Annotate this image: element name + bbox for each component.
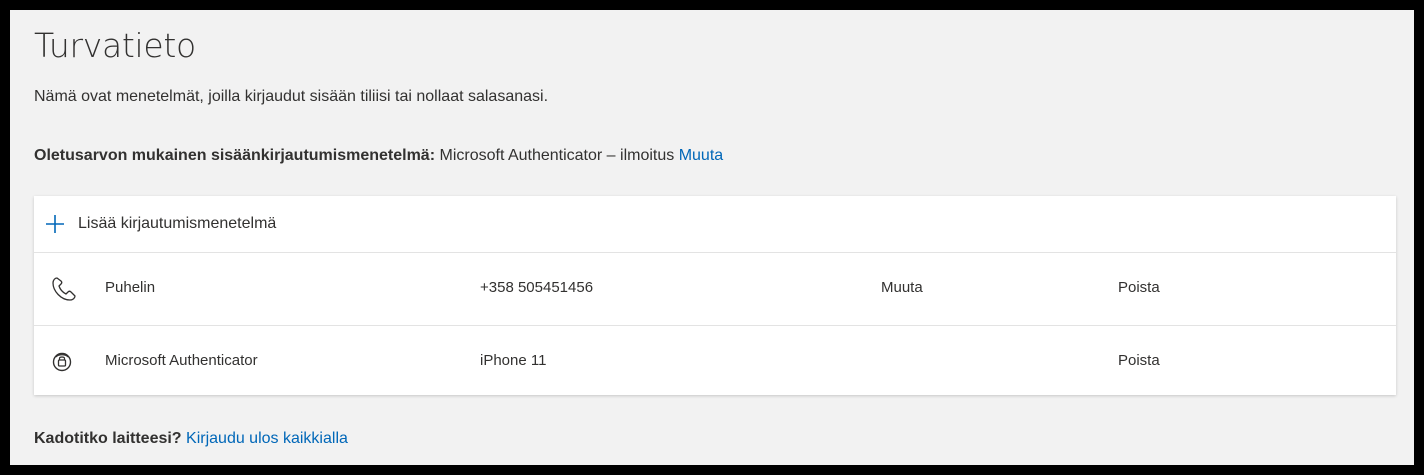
page-subtitle: Nämä ovat menetelmät, joilla kirjaudut s… <box>34 88 549 105</box>
default-method-value: Microsoft Authenticator – ilmoitus <box>439 147 675 164</box>
method-detail: iPhone 11 <box>480 352 547 369</box>
method-detail: +358 505451456 <box>480 279 594 296</box>
method-row-phone: Puhelin +358 505451456 Muuta Poista <box>34 253 1396 326</box>
sign-out-everywhere-link[interactable]: Kirjaudu ulos kaikkialla <box>186 430 348 447</box>
page-title: Turvatieto <box>34 26 196 65</box>
change-phone-link[interactable]: Muuta <box>881 279 923 296</box>
add-method-label: Lisää kirjautumismenetelmä <box>78 215 277 232</box>
method-name: Puhelin <box>105 279 156 296</box>
phone-icon <box>50 275 76 303</box>
methods-card: Lisää kirjautumismenetelmä Puhelin +358 … <box>34 196 1396 395</box>
method-name: Microsoft Authenticator <box>105 352 258 369</box>
delete-authenticator-link[interactable]: Poista <box>1118 352 1160 369</box>
method-row-authenticator: Microsoft Authenticator iPhone 11 Poista <box>34 326 1396 398</box>
lost-device-question: Kadotitko laitteesi? <box>34 430 182 447</box>
plus-icon <box>44 213 66 235</box>
security-info-page: Turvatieto Nämä ovat menetelmät, joilla … <box>10 10 1414 465</box>
change-default-method-link[interactable]: Muuta <box>679 147 723 164</box>
delete-phone-link[interactable]: Poista <box>1118 279 1160 296</box>
default-method-label: Oletusarvon mukainen sisäänkirjautumisme… <box>34 147 436 164</box>
add-method-button[interactable]: Lisää kirjautumismenetelmä <box>34 196 1396 253</box>
lost-device-line: Kadotitko laitteesi? Kirjaudu ulos kaikk… <box>34 430 348 448</box>
authenticator-lock-icon <box>50 348 76 376</box>
default-signin-method: Oletusarvon mukainen sisäänkirjautumisme… <box>34 147 723 165</box>
